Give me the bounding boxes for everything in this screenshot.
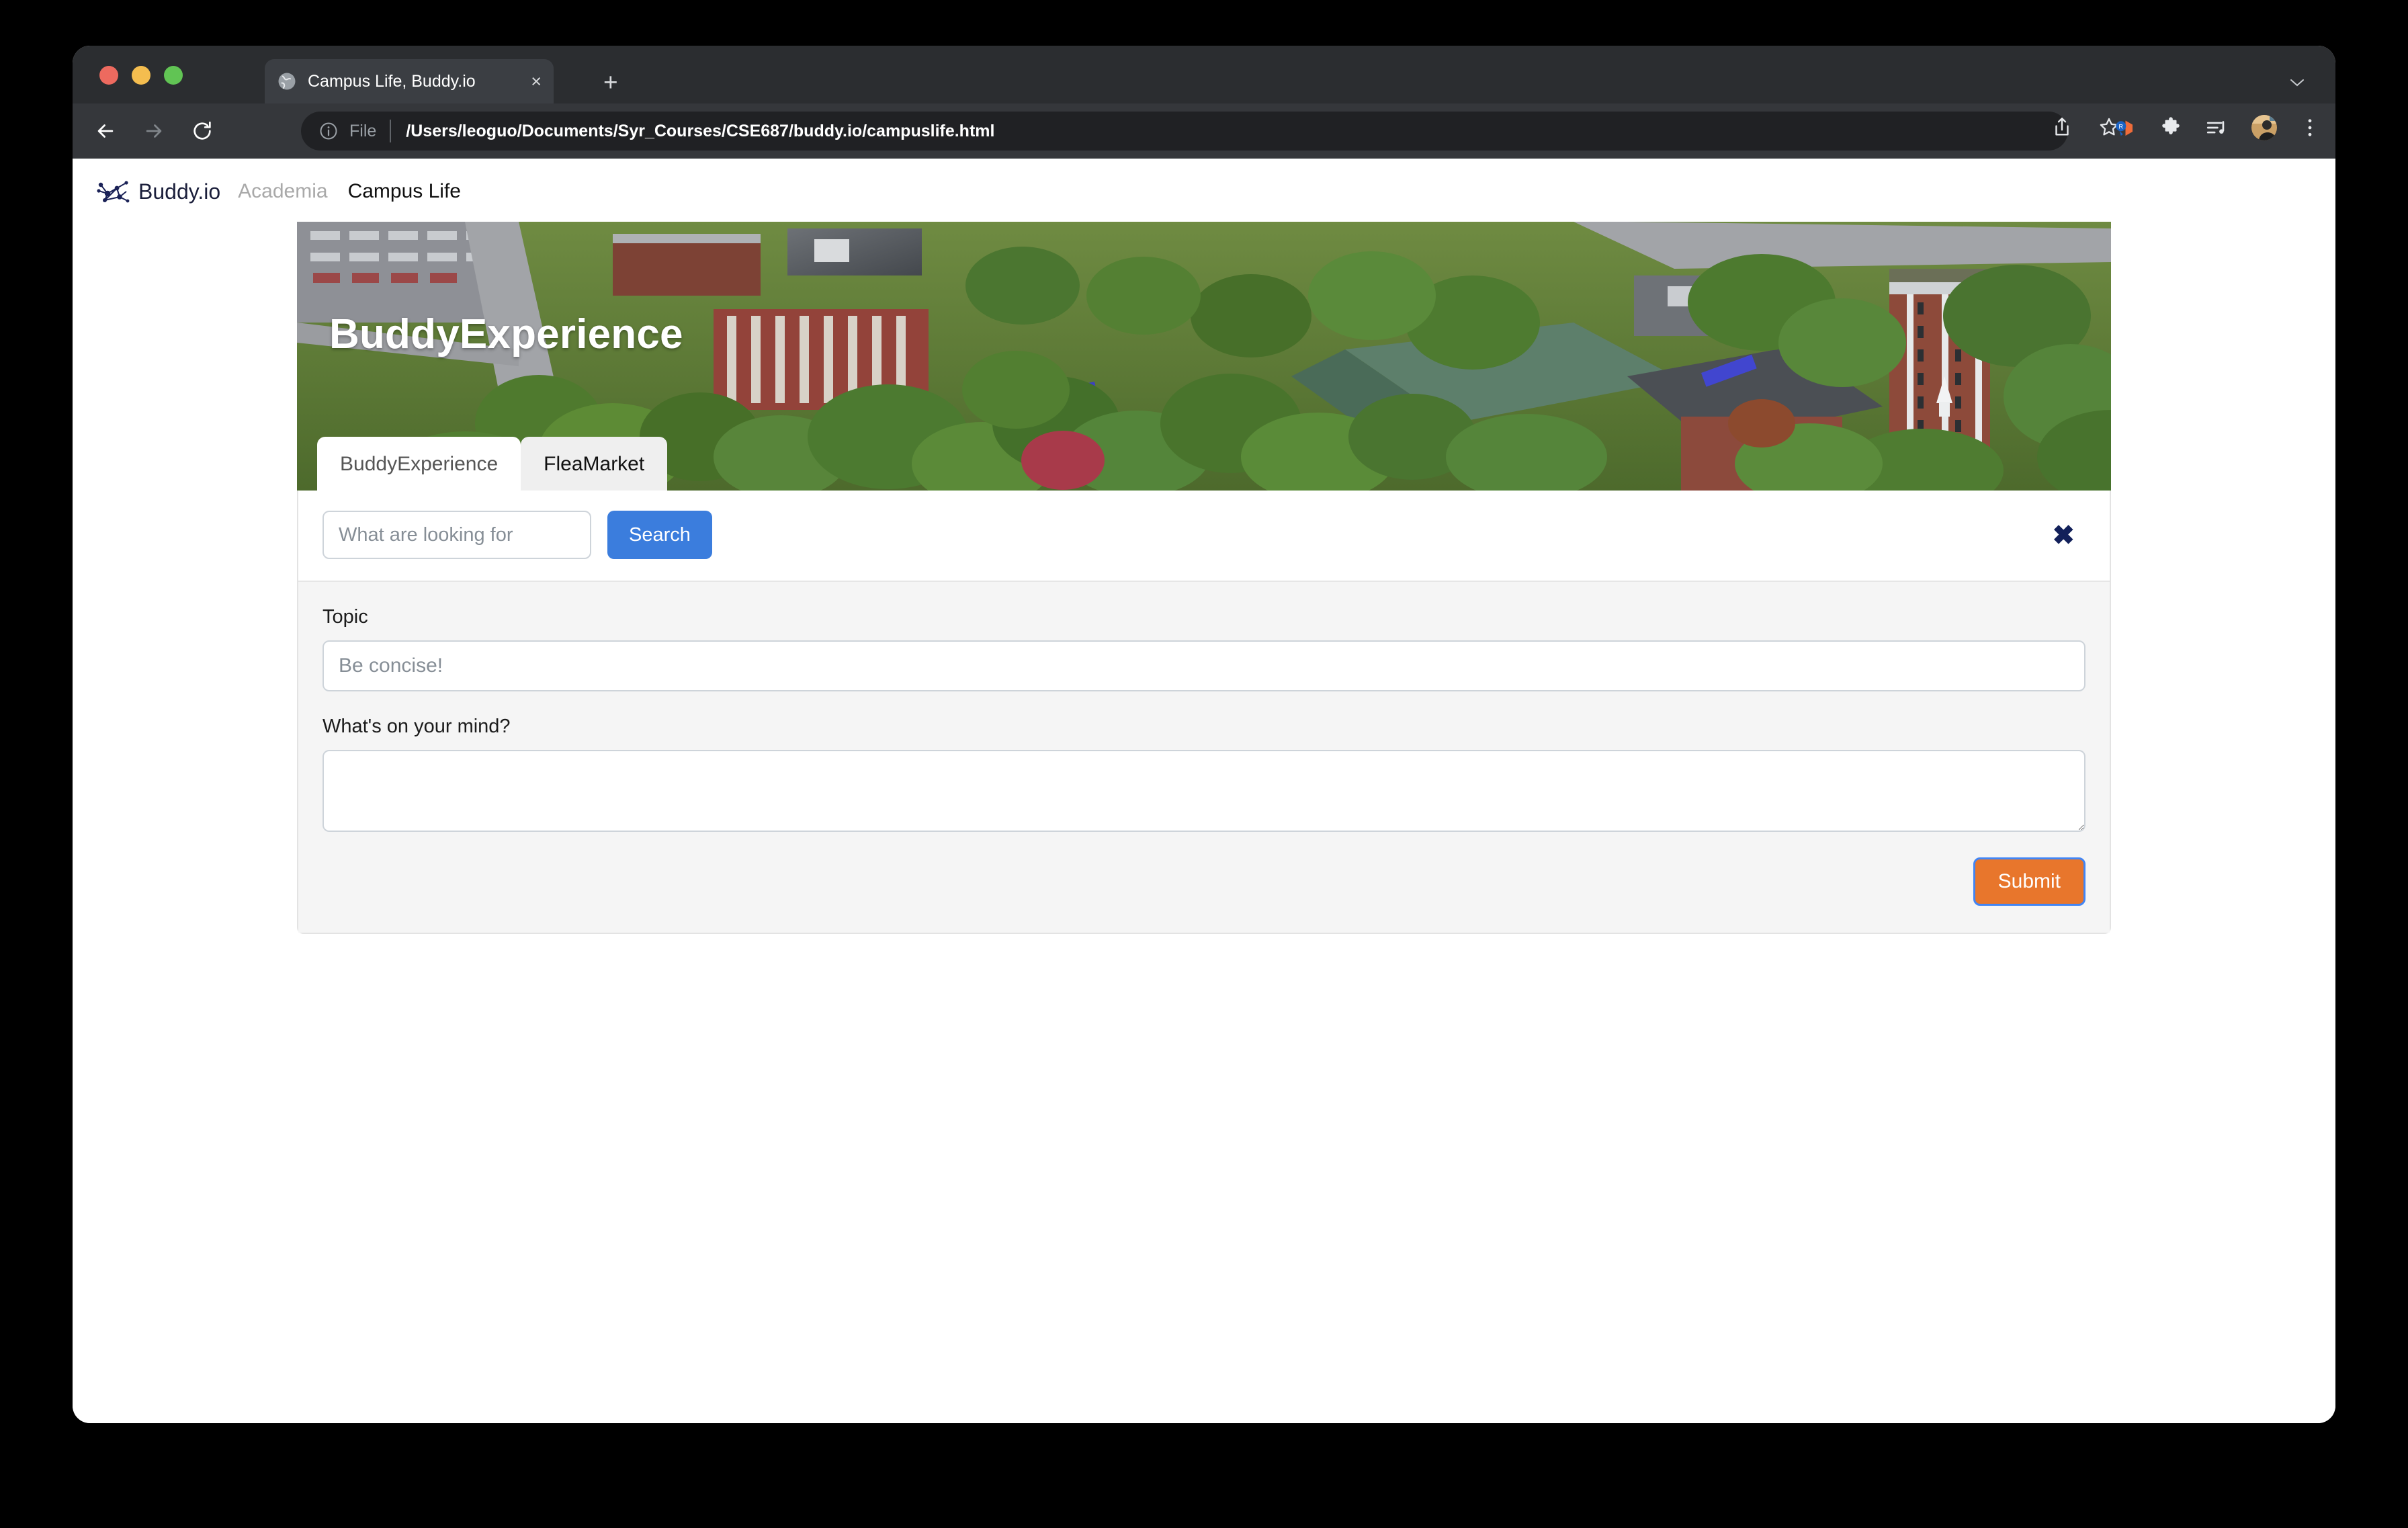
chevron-down-icon[interactable] <box>2290 75 2305 90</box>
puzzle-piece-icon[interactable] <box>2159 116 2182 139</box>
address-url-text: /Users/leoguo/Documents/Syr_Courses/CSE6… <box>406 122 994 141</box>
browser-toolbar: File /Users/leoguo/Documents/Syr_Courses… <box>73 103 2335 159</box>
address-divider <box>390 120 391 142</box>
brand-name[interactable]: Buddy.io <box>138 179 220 204</box>
minimize-window-button[interactable] <box>132 66 150 85</box>
browser-tab[interactable]: Campus Life, Buddy.io × <box>265 59 554 103</box>
profile-avatar[interactable] <box>2251 114 2278 141</box>
topic-label: Topic <box>322 606 2086 628</box>
submit-button[interactable]: Submit <box>1973 857 2086 906</box>
content-card: Search ✖ Topic What's on your mind? Subm… <box>297 491 2111 934</box>
address-scheme-label: File <box>349 122 376 141</box>
tab-fleamarket[interactable]: FleaMarket <box>521 437 667 491</box>
post-form: Topic What's on your mind? Submit <box>298 581 2110 933</box>
submit-row: Submit <box>322 857 2086 906</box>
address-bar[interactable]: File /Users/leoguo/Documents/Syr_Courses… <box>301 112 2068 151</box>
share-icon[interactable] <box>2051 116 2073 138</box>
info-circle-icon[interactable] <box>318 121 339 141</box>
hero-title: BuddyExperience <box>329 310 683 358</box>
toolbar-right-icons: R <box>2112 114 2319 141</box>
back-arrow-icon[interactable] <box>90 116 121 146</box>
svg-text:R: R <box>2119 124 2124 130</box>
close-window-button[interactable] <box>99 66 118 85</box>
mind-textarea[interactable] <box>322 750 2086 832</box>
omnibox-actions <box>2051 116 2120 138</box>
close-icon[interactable]: ✖ <box>2048 521 2079 550</box>
megaphone-extension-icon[interactable]: R <box>2112 116 2137 140</box>
tab-buddyexperience[interactable]: BuddyExperience <box>317 437 521 491</box>
window-traffic-lights <box>99 66 183 85</box>
search-input[interactable] <box>322 511 591 559</box>
maximize-window-button[interactable] <box>164 66 183 85</box>
nav-link-academia[interactable]: Academia <box>238 180 327 203</box>
network-graph-logo <box>97 179 132 204</box>
browser-tab-title: Campus Life, Buddy.io <box>308 72 521 91</box>
reload-icon[interactable] <box>187 116 218 146</box>
topic-input[interactable] <box>322 640 2086 691</box>
hero-banner: BuddyExperience BuddyExperience FleaMark… <box>297 222 2111 491</box>
media-playlist-icon[interactable] <box>2205 116 2228 139</box>
browser-tab-strip: Campus Life, Buddy.io × + <box>73 46 2335 103</box>
page-content: Buddy.io Academia Campus Life <box>73 159 2335 1423</box>
three-dot-menu-icon[interactable] <box>2300 116 2319 139</box>
nav-link-campus-life[interactable]: Campus Life <box>348 180 461 203</box>
site-navbar: Buddy.io Academia Campus Life <box>73 159 2335 222</box>
close-icon[interactable]: × <box>531 73 542 91</box>
hero-tabs: BuddyExperience FleaMarket <box>317 437 667 491</box>
forward-arrow-icon <box>138 116 169 146</box>
new-tab-button[interactable]: + <box>603 70 618 95</box>
browser-window: Campus Life, Buddy.io × + <box>73 46 2335 1423</box>
globe-icon <box>277 71 297 91</box>
mind-label: What's on your mind? <box>322 716 2086 738</box>
screen: Campus Life, Buddy.io × + <box>0 0 2408 1528</box>
search-button[interactable]: Search <box>607 511 712 559</box>
search-row: Search ✖ <box>298 491 2110 581</box>
